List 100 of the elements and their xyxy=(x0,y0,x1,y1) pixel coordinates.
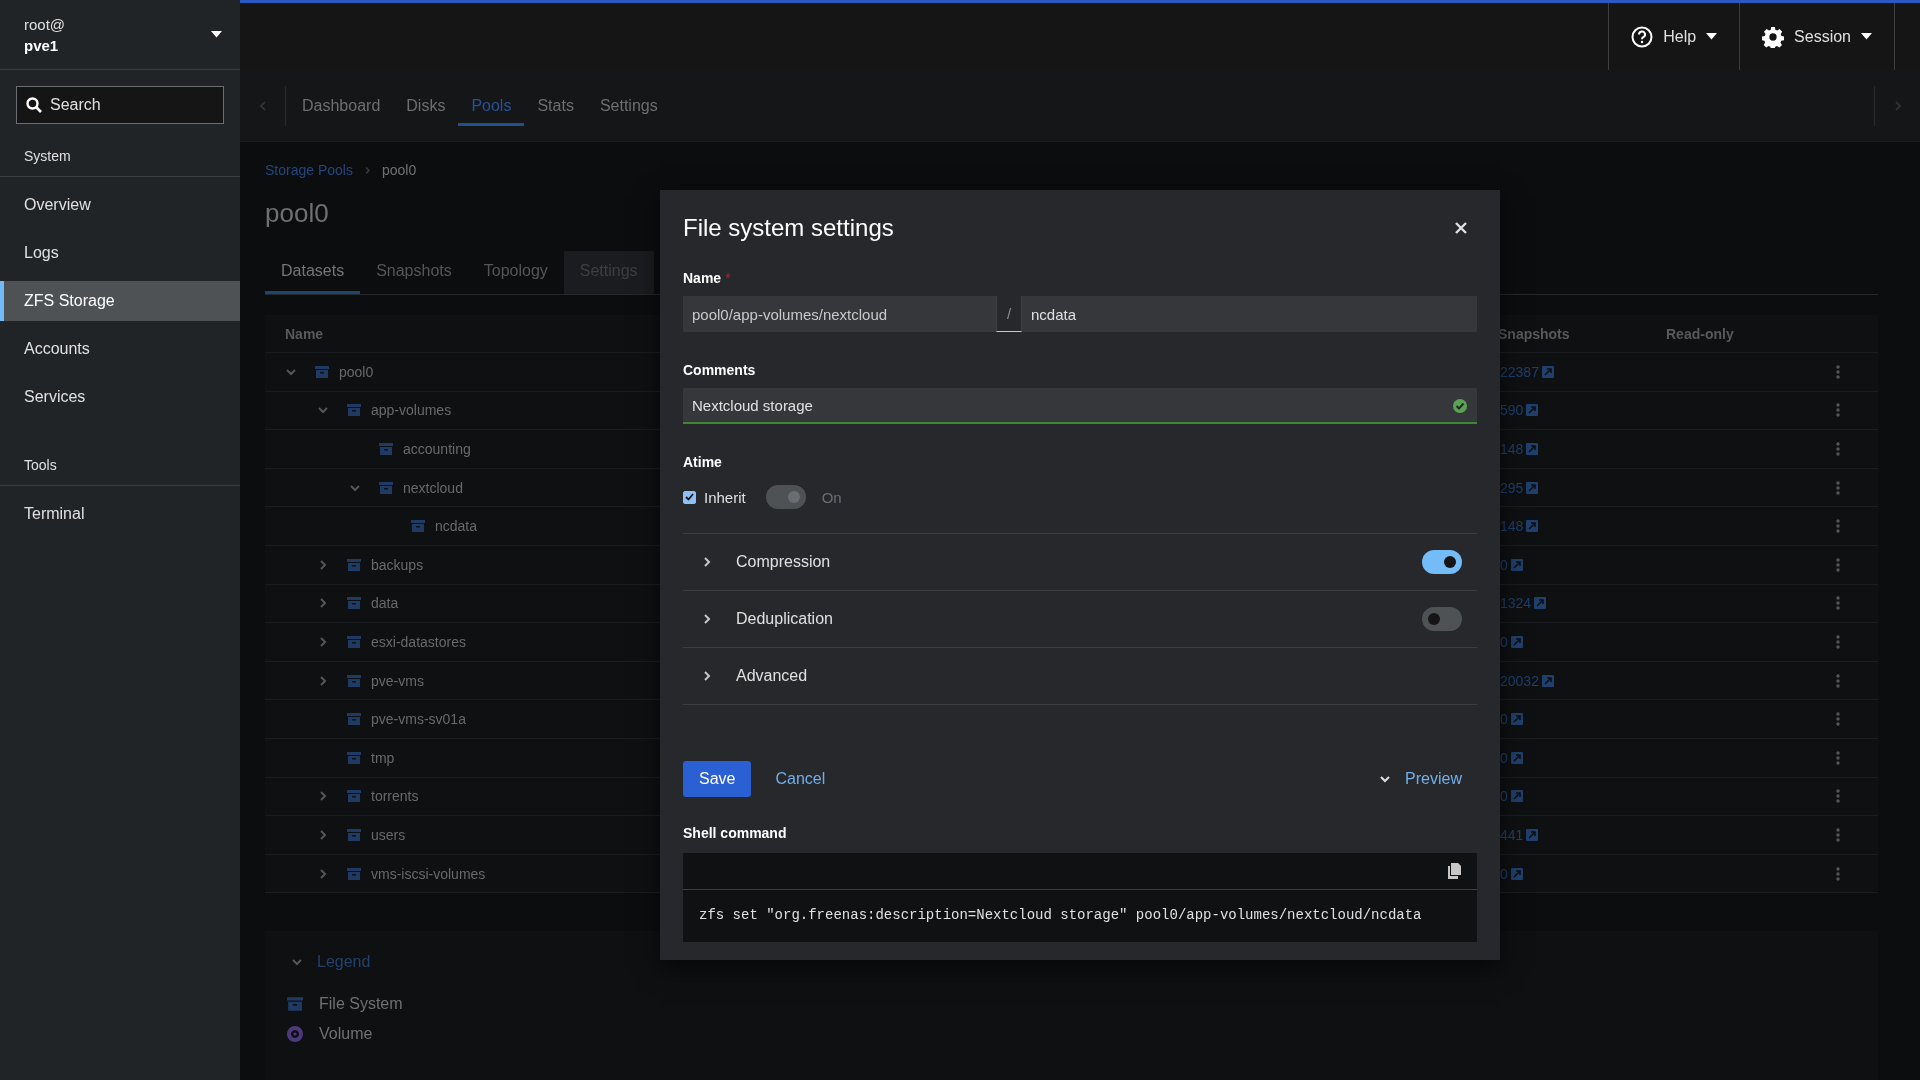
toggle-switch[interactable] xyxy=(1422,550,1462,574)
nav-tab[interactable]: Settings xyxy=(586,85,671,126)
breadcrumb-link[interactable]: Storage Pools xyxy=(265,162,353,178)
copy-button[interactable] xyxy=(1446,861,1463,881)
dataset-name: pve-vms-sv01a xyxy=(371,711,466,728)
external-link-icon xyxy=(1541,365,1554,378)
external-link-icon xyxy=(1510,790,1523,803)
dataset-name: users xyxy=(371,826,406,843)
volume-icon xyxy=(287,1026,303,1043)
field-label: Shell command xyxy=(683,825,787,841)
checkbox-label: Inherit xyxy=(704,488,746,506)
nav-tab[interactable]: Stats xyxy=(524,85,587,126)
page-tab[interactable]: Topology xyxy=(467,251,564,294)
sidebar-item[interactable]: Logs xyxy=(0,233,240,273)
archive-box-icon xyxy=(347,557,361,572)
nav-tab[interactable]: Pools xyxy=(458,85,525,126)
parent-path-field[interactable]: pool0/app-volumes/nextcloud xyxy=(683,296,996,332)
caret-icon xyxy=(211,31,222,38)
chevron-icon xyxy=(317,790,329,803)
external-link-icon xyxy=(1526,520,1539,533)
sidebar-item[interactable]: Accounts xyxy=(0,329,240,369)
shell-command: zfs set "org.freenas:description=Nextcloud storage" pool0/app-volumes/nextcloud/ncdata xyxy=(698,906,1423,925)
page-tab[interactable]: Datasets xyxy=(265,251,361,294)
save-button[interactable]: Save xyxy=(683,761,752,797)
dataset-name: esxi-datastores xyxy=(371,633,466,650)
preview-toggle[interactable]: Preview xyxy=(1379,770,1477,788)
help-icon xyxy=(1631,25,1654,48)
archive-box-icon xyxy=(287,996,303,1013)
check-circle-icon xyxy=(1453,399,1467,413)
archive-box-icon xyxy=(347,712,361,727)
chevron-icon xyxy=(317,597,329,610)
comments-field[interactable]: Nextcloud storage xyxy=(683,388,1477,424)
page-tab[interactable]: Snapshots xyxy=(360,251,468,294)
caret-icon xyxy=(1861,33,1872,40)
search-field[interactable]: Search xyxy=(16,86,224,124)
chevron-icon xyxy=(701,613,713,625)
external-link-icon xyxy=(1526,404,1539,417)
chevron-icon xyxy=(317,867,329,880)
inherit-checkbox[interactable] xyxy=(683,490,696,504)
path-separator: / xyxy=(996,296,1022,332)
archive-box-icon xyxy=(347,789,361,804)
column-header: Snapshots xyxy=(1498,325,1570,342)
kebab-icon xyxy=(1836,827,1840,842)
archive-box-icon xyxy=(379,442,393,456)
sidebar-item[interactable]: Terminal xyxy=(0,494,240,534)
dataset-name: accounting xyxy=(403,441,471,457)
legend-label: File System xyxy=(319,995,403,1014)
kebab-icon xyxy=(1836,519,1840,534)
external-link-icon xyxy=(1534,597,1547,610)
external-link-icon xyxy=(1541,674,1554,687)
chevron-icon xyxy=(701,556,713,568)
external-link-icon xyxy=(1510,635,1523,648)
archive-box-icon xyxy=(347,866,361,881)
dataset-name: ncdata xyxy=(435,518,478,535)
dataset-name: data xyxy=(371,595,399,612)
caret-icon xyxy=(1706,33,1718,40)
kebab-icon xyxy=(1836,442,1840,456)
section-toggle[interactable]: Advanced xyxy=(683,648,808,704)
kebab-icon xyxy=(1836,403,1840,418)
external-link-icon xyxy=(1526,828,1539,841)
kebab-icon xyxy=(1836,712,1840,727)
kebab-icon xyxy=(1836,750,1840,765)
section-toggle[interactable]: Deduplication xyxy=(683,591,833,647)
copy-icon xyxy=(1448,863,1461,879)
cancel-link[interactable]: Cancel xyxy=(759,761,842,797)
archive-box-icon xyxy=(411,519,425,534)
sidebar-item[interactable]: Overview xyxy=(0,185,240,225)
kebab-icon xyxy=(1836,557,1840,572)
field-label: Atime xyxy=(683,454,722,470)
section-toggle[interactable]: Compression xyxy=(683,534,831,590)
toggle-switch[interactable] xyxy=(1422,607,1462,631)
nav-tab[interactable]: Dashboard xyxy=(289,85,394,126)
kebab-icon xyxy=(1836,596,1840,611)
archive-box-icon xyxy=(379,480,393,495)
sidebar-item[interactable]: ZFS Storage xyxy=(0,281,240,321)
chevron-icon xyxy=(317,828,329,841)
archive-box-icon xyxy=(347,827,361,842)
column-header: Name xyxy=(285,325,324,342)
legend-toggle[interactable]: Legend xyxy=(287,953,1854,972)
external-link-icon xyxy=(1526,481,1539,494)
external-link-icon xyxy=(1510,713,1523,726)
nav-tab[interactable]: Disks xyxy=(393,85,459,126)
search-icon xyxy=(26,97,42,113)
chevron-icon xyxy=(317,558,329,571)
page-title: pool0 xyxy=(265,198,329,229)
sidebar-item[interactable]: Services xyxy=(0,377,240,417)
name-field[interactable]: ncdata xyxy=(1022,296,1477,332)
external-link-icon xyxy=(1510,558,1523,571)
dataset-name: pool0 xyxy=(339,363,374,380)
dataset-name: app-volumes xyxy=(371,402,452,419)
dataset-name: pve-vms xyxy=(371,672,424,689)
host-name: pve1 xyxy=(24,36,60,54)
switch-label: On xyxy=(821,488,842,506)
dataset-name: nextcloud xyxy=(403,479,463,496)
archive-box-icon xyxy=(347,634,361,649)
archive-box-icon xyxy=(347,596,361,611)
legend-label: Volume xyxy=(319,1025,373,1044)
external-link-icon xyxy=(1526,443,1539,455)
archive-box-icon xyxy=(347,673,361,688)
kebab-icon xyxy=(1836,866,1840,881)
